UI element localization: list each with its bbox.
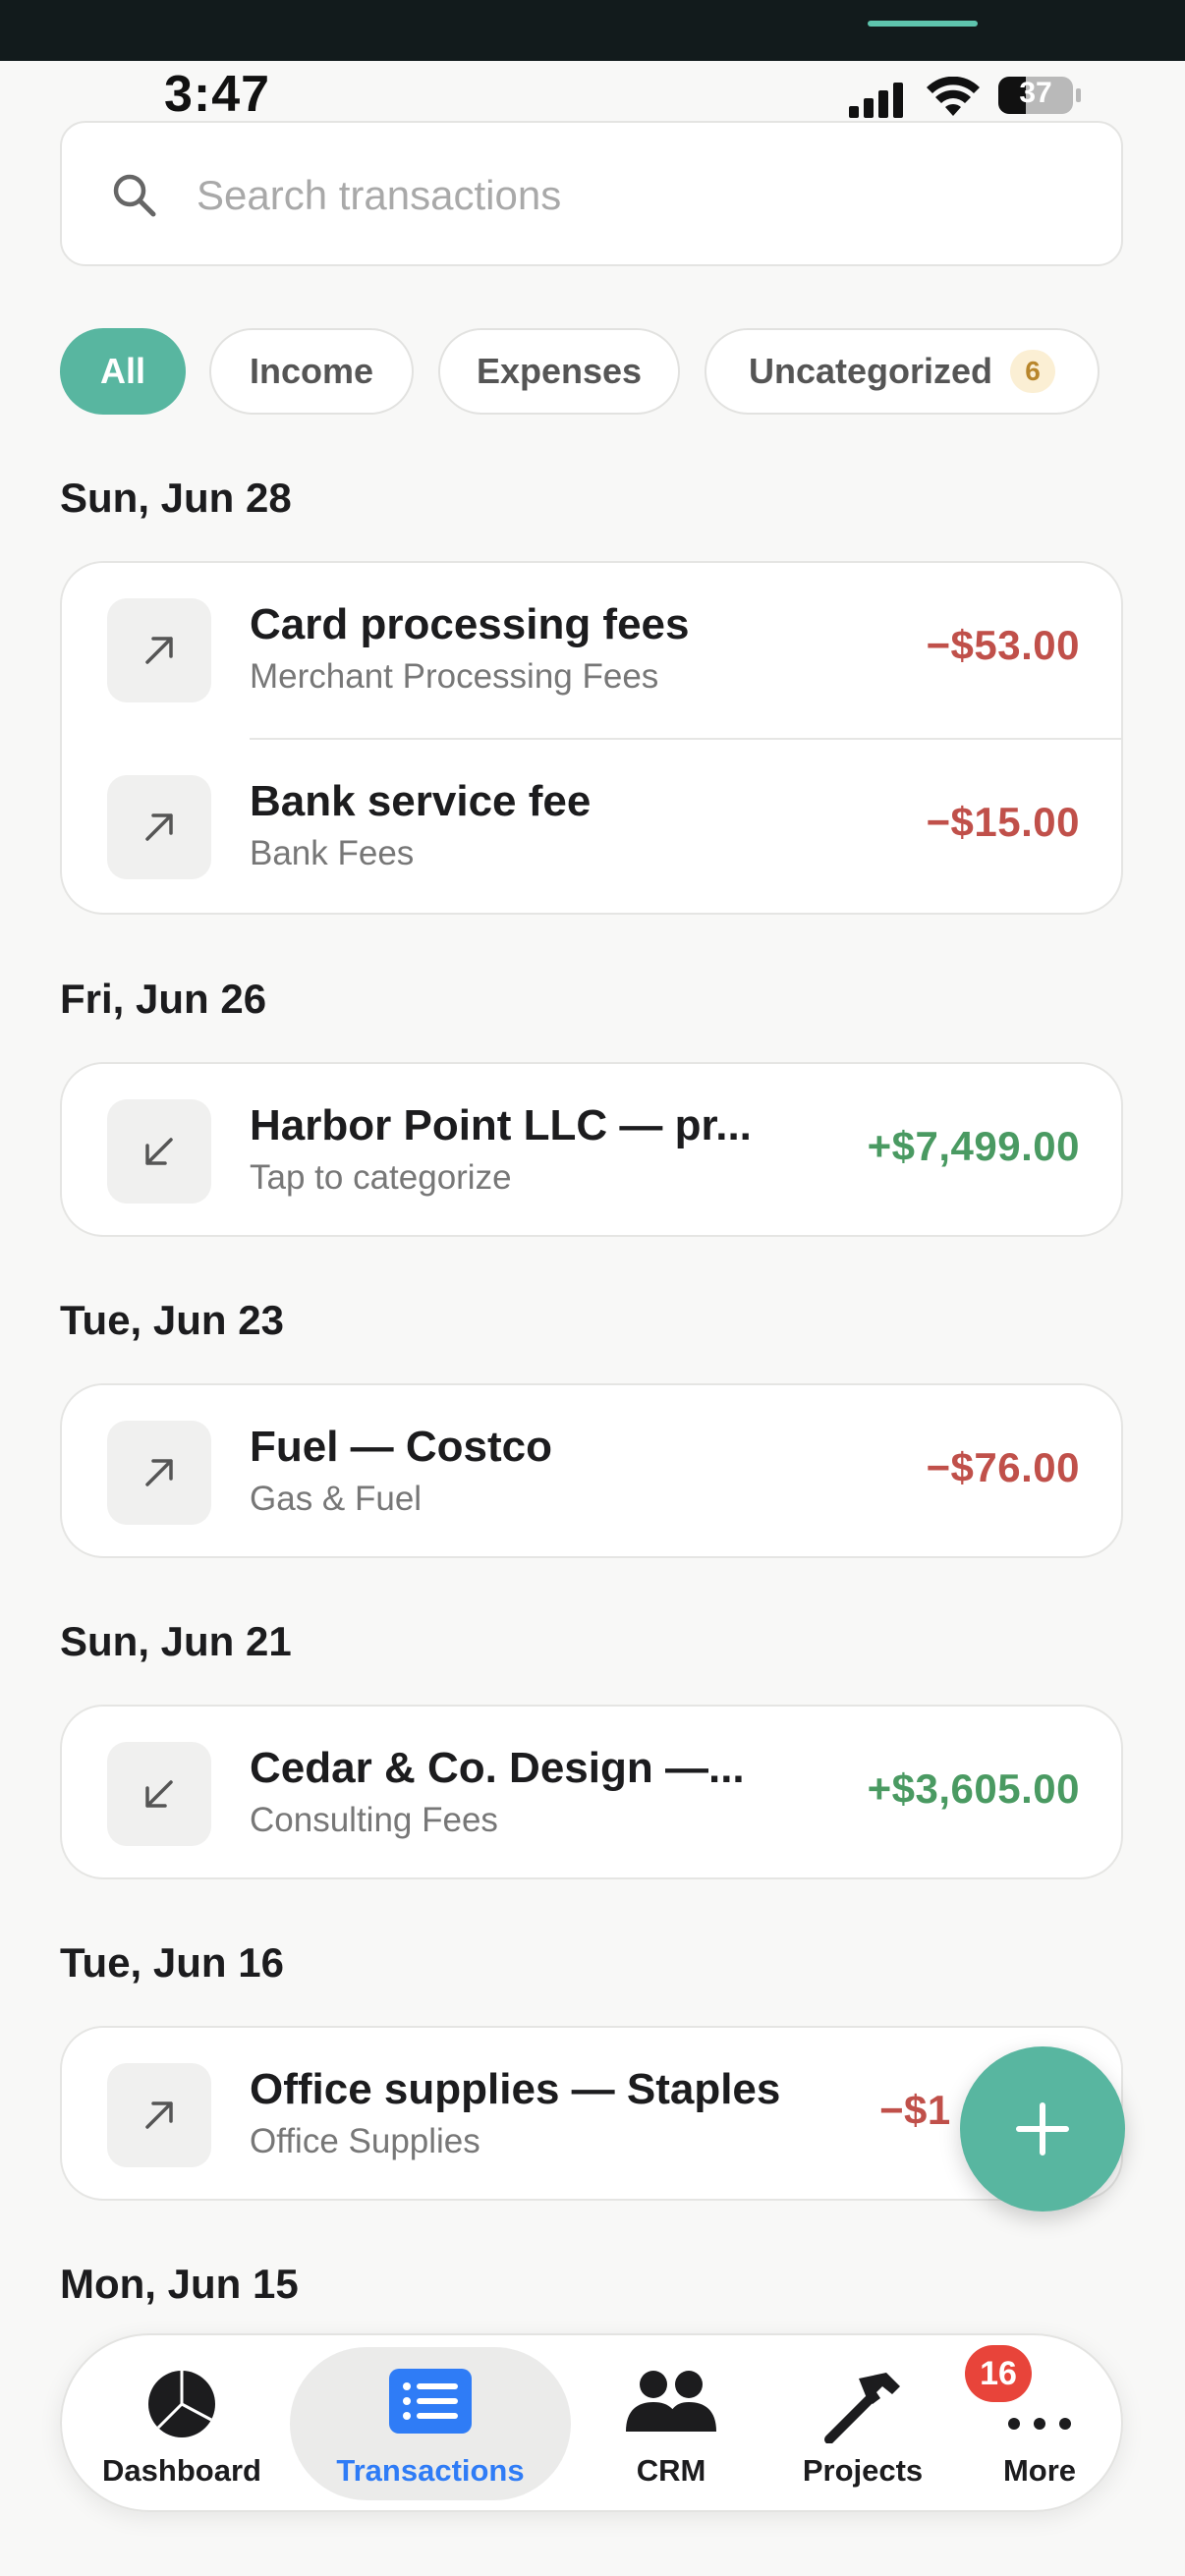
transaction-amount: −$53.00 bbox=[926, 622, 1080, 668]
transaction-amount: −$76.00 bbox=[926, 1444, 1080, 1490]
tab-projects[interactable]: Projects bbox=[760, 2335, 966, 2510]
people-icon bbox=[626, 2371, 716, 2432]
transaction-title: Fuel — Costco bbox=[250, 1423, 553, 1471]
date-header: Sun, Jun 21 bbox=[60, 1618, 292, 1664]
filter-label: Income bbox=[249, 351, 374, 391]
search-placeholder: Search transactions bbox=[197, 172, 562, 218]
tab-crm[interactable]: CRM bbox=[583, 2335, 760, 2510]
hammer-icon bbox=[824, 2373, 900, 2443]
transaction-title: Office supplies — Staples bbox=[250, 2065, 781, 2113]
transaction-category: Bank Fees bbox=[250, 834, 415, 872]
tab-label: Dashboard bbox=[102, 2453, 261, 2488]
transaction-group-card: Fuel — Costco Gas & Fuel −$76.00 bbox=[60, 1383, 1123, 1558]
list-icon bbox=[389, 2369, 472, 2434]
transaction-amount: −$1 bbox=[879, 2087, 951, 2133]
outgoing-arrow-icon bbox=[107, 598, 211, 702]
outgoing-arrow-icon bbox=[107, 775, 211, 879]
cellular-signal-icon bbox=[849, 83, 906, 118]
transaction-row[interactable]: Bank service fee Bank Fees −$15.00 bbox=[62, 740, 1121, 913]
filter-all-chip[interactable]: All bbox=[60, 328, 186, 415]
search-input[interactable]: Search transactions bbox=[60, 121, 1123, 266]
uncategorized-count-badge: 6 bbox=[1010, 350, 1056, 393]
filter-label: All bbox=[99, 351, 145, 391]
battery-level: 37 bbox=[1019, 77, 1052, 109]
transaction-category: Consulting Fees bbox=[250, 1801, 498, 1839]
bottom-tab-bar: Dashboard Transactions CRM Projects More bbox=[60, 2333, 1123, 2512]
incoming-arrow-icon bbox=[107, 1099, 211, 1204]
status-time: 3:47 bbox=[164, 66, 271, 123]
transaction-category: Merchant Processing Fees bbox=[250, 657, 659, 696]
filter-income-chip[interactable]: Income bbox=[209, 328, 414, 415]
outgoing-arrow-icon bbox=[107, 2063, 211, 2167]
battery-icon: 37 bbox=[998, 75, 1081, 116]
tab-label: Transactions bbox=[336, 2453, 525, 2488]
transaction-row[interactable]: Cedar & Co. Design —... Consulting Fees … bbox=[62, 1707, 1121, 1877]
filter-label: Uncategorized bbox=[748, 351, 993, 391]
transaction-group-card: Harbor Point LLC — pr... Tap to categori… bbox=[60, 1062, 1123, 1237]
tab-label: Projects bbox=[802, 2453, 924, 2488]
incoming-arrow-icon bbox=[107, 1742, 211, 1846]
transaction-category: Gas & Fuel bbox=[250, 1480, 423, 1518]
transaction-title: Harbor Point LLC — pr... bbox=[250, 1101, 752, 1149]
filter-expenses-chip[interactable]: Expenses bbox=[438, 328, 680, 415]
tab-label: CRM bbox=[636, 2453, 706, 2488]
system-top-bar bbox=[0, 0, 1185, 61]
transaction-title: Bank service fee bbox=[250, 777, 592, 825]
transaction-row[interactable]: Card processing fees Merchant Processing… bbox=[62, 563, 1121, 740]
pie-chart-icon bbox=[148, 2371, 215, 2437]
tab-transactions[interactable]: Transactions bbox=[290, 2335, 571, 2510]
transaction-group-card: Card processing fees Merchant Processing… bbox=[60, 561, 1123, 915]
transaction-title: Cedar & Co. Design —... bbox=[250, 1744, 745, 1792]
transaction-category: Tap to categorize bbox=[250, 1158, 512, 1197]
filter-label: Expenses bbox=[476, 351, 643, 391]
transaction-category: Office Supplies bbox=[250, 2122, 480, 2160]
search-icon bbox=[113, 174, 156, 217]
wifi-icon bbox=[927, 77, 980, 116]
status-bar: 3:47 37 bbox=[0, 61, 1185, 123]
date-header: Fri, Jun 26 bbox=[60, 976, 267, 1022]
filter-uncategorized-chip[interactable]: Uncategorized 6 bbox=[705, 328, 1100, 415]
tab-label: More bbox=[1002, 2453, 1077, 2488]
window-handle bbox=[868, 21, 978, 27]
date-header: Tue, Jun 23 bbox=[60, 1297, 284, 1343]
transaction-amount: +$3,605.00 bbox=[867, 1765, 1080, 1812]
transaction-row[interactable]: Harbor Point LLC — pr... Tap to categori… bbox=[62, 1064, 1121, 1235]
transaction-amount: +$7,499.00 bbox=[867, 1123, 1080, 1169]
date-header: Sun, Jun 28 bbox=[60, 475, 292, 521]
date-header: Tue, Jun 16 bbox=[60, 1939, 284, 1986]
date-header: Mon, Jun 15 bbox=[60, 2261, 299, 2307]
outgoing-arrow-icon bbox=[107, 1421, 211, 1525]
plus-icon bbox=[1016, 2102, 1069, 2156]
transaction-title: Card processing fees bbox=[250, 600, 690, 648]
transaction-amount: −$15.00 bbox=[926, 799, 1080, 845]
more-notification-badge: 16 bbox=[965, 2345, 1032, 2402]
tab-dashboard[interactable]: Dashboard bbox=[84, 2335, 280, 2510]
transaction-group-card: Cedar & Co. Design —... Consulting Fees … bbox=[60, 1705, 1123, 1879]
filter-chips: All Income Expenses Uncategorized 6 bbox=[0, 328, 1185, 417]
transaction-row[interactable]: Fuel — Costco Gas & Fuel −$76.00 bbox=[62, 1385, 1121, 1556]
add-transaction-button[interactable] bbox=[960, 2046, 1125, 2212]
